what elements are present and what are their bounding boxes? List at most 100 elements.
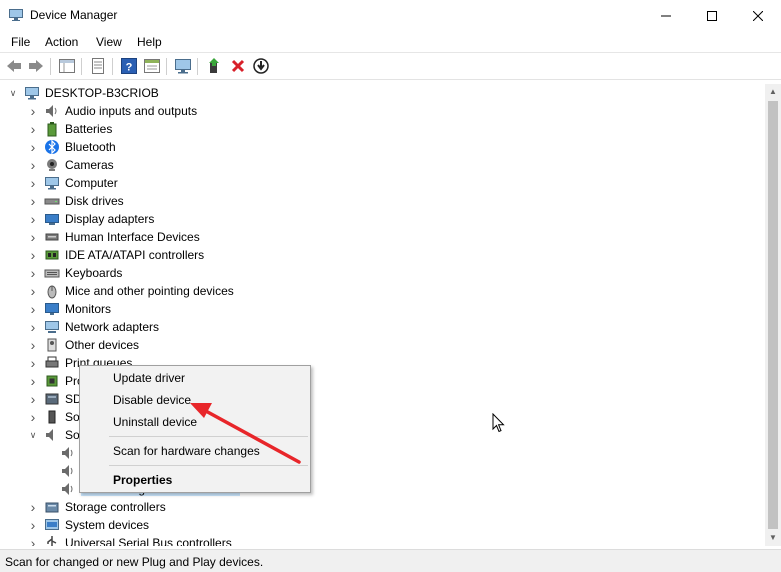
monitor-button[interactable] <box>174 57 192 75</box>
forward-icon <box>29 60 43 72</box>
properties-button[interactable] <box>89 57 107 75</box>
tree-item[interactable]: › Cameras <box>0 156 760 174</box>
menu-file[interactable]: File <box>11 34 30 50</box>
tree-item[interactable]: › Mice and other pointing devices <box>0 282 760 300</box>
menu-separator <box>109 465 308 466</box>
printer-icon <box>45 356 59 368</box>
tree-item[interactable]: › Bluetooth <box>0 138 760 156</box>
expand-chevron-icon[interactable]: › <box>28 374 38 388</box>
help-button[interactable]: ? <box>120 57 138 75</box>
scroll-up-button[interactable]: ▲ <box>765 84 781 100</box>
status-text: Scan for changed or new Plug and Play de… <box>5 555 264 569</box>
camera-icon <box>47 159 57 171</box>
menu-bar: File Action View Help <box>0 31 781 53</box>
mouse-icon <box>47 285 57 299</box>
expand-chevron-icon[interactable]: › <box>28 284 38 298</box>
speaker-icon <box>62 447 73 459</box>
speaker-icon <box>46 105 57 117</box>
tree-item[interactable]: › Network adapters <box>0 318 760 336</box>
toolbar-separator <box>81 58 82 75</box>
maximize-button[interactable] <box>689 0 735 31</box>
display-icon <box>45 214 59 225</box>
storage-icon <box>45 502 59 513</box>
menu-help[interactable]: Help <box>137 34 162 50</box>
tree-item[interactable]: › Audio inputs and outputs <box>0 102 760 120</box>
tree-item-label: Display adapters <box>65 212 155 226</box>
context-menu: Update driver Disable device Uninstall d… <box>79 365 311 493</box>
tree-item[interactable]: › Computer <box>0 174 760 192</box>
computer-icon <box>45 177 59 190</box>
menu-item-properties[interactable]: Properties <box>113 473 172 487</box>
update-driver-button[interactable] <box>205 57 223 75</box>
expand-chevron-icon[interactable]: › <box>28 320 38 334</box>
expand-chevron-icon[interactable]: › <box>28 176 38 190</box>
forward-button[interactable] <box>27 57 45 75</box>
svg-text:?: ? <box>126 62 133 74</box>
expand-chevron-icon[interactable]: › <box>28 536 38 546</box>
menu-item-disable-device[interactable]: Disable device <box>113 393 191 407</box>
usb-icon <box>47 536 57 546</box>
menu-item-scan-hardware[interactable]: Scan for hardware changes <box>113 444 260 458</box>
tree-item-label: Mice and other pointing devices <box>65 284 234 298</box>
expand-chevron-icon[interactable]: › <box>28 230 38 244</box>
expand-chevron-icon[interactable]: › <box>28 356 38 370</box>
tree-root[interactable]: ∨ DESKTOP-B3CRIOB <box>0 84 760 102</box>
menu-view[interactable]: View <box>96 34 122 50</box>
back-button[interactable] <box>5 57 23 75</box>
menu-action[interactable]: Action <box>45 34 78 50</box>
tree-item-label: Other devices <box>65 338 140 352</box>
expand-chevron-icon[interactable]: › <box>28 194 38 208</box>
tree-item[interactable]: › Keyboards <box>0 264 760 282</box>
expand-chevron-icon[interactable]: › <box>28 302 38 316</box>
close-icon <box>753 10 763 21</box>
expand-chevron-icon[interactable]: › <box>28 158 38 172</box>
bluetooth-icon <box>45 139 59 155</box>
uninstall-button[interactable] <box>229 57 247 75</box>
tree-item-label: Keyboards <box>65 266 123 280</box>
toolbar-separator <box>197 58 198 75</box>
menu-item-update-driver[interactable]: Update driver <box>113 371 185 385</box>
tree-item[interactable]: › IDE ATA/ATAPI controllers <box>0 246 760 264</box>
download-button[interactable] <box>252 57 270 75</box>
vertical-scrollbar[interactable]: ▲ ▼ <box>765 84 781 546</box>
window-title: Device Manager <box>30 8 118 22</box>
expand-chevron-icon[interactable]: › <box>28 266 38 280</box>
tree-item[interactable]: › Disk drives <box>0 192 760 210</box>
expand-chevron-icon[interactable]: › <box>28 410 38 424</box>
expand-chevron-icon[interactable]: › <box>28 212 38 226</box>
tree-item-label: Computer <box>65 176 118 190</box>
tree-item-label: Universal Serial Bus controllers <box>65 536 232 546</box>
download-icon <box>253 58 269 74</box>
tree-item[interactable]: › Universal Serial Bus controllers <box>0 534 760 546</box>
expand-chevron-icon[interactable]: › <box>28 248 38 262</box>
expand-chevron-icon[interactable]: › <box>28 392 38 406</box>
expand-chevron-icon[interactable]: › <box>28 140 38 154</box>
collapse-chevron-icon[interactable]: ∨ <box>8 87 18 99</box>
scroll-thumb[interactable] <box>768 101 778 529</box>
scroll-down-button[interactable]: ▼ <box>765 530 781 546</box>
collapse-chevron-icon[interactable]: ∨ <box>28 429 38 441</box>
expand-chevron-icon[interactable]: › <box>28 518 38 532</box>
tree-item[interactable]: › Other devices <box>0 336 760 354</box>
title-bar: Device Manager <box>0 0 781 31</box>
system-icon <box>45 519 59 530</box>
expand-chevron-icon[interactable]: › <box>28 500 38 514</box>
menu-item-uninstall-device[interactable]: Uninstall device <box>113 415 197 429</box>
minimize-icon <box>661 15 671 16</box>
expand-chevron-icon[interactable]: › <box>28 338 38 352</box>
tree-item[interactable]: › Storage controllers <box>0 498 760 516</box>
minimize-button[interactable] <box>643 0 689 31</box>
tree-item[interactable]: › System devices <box>0 516 760 534</box>
tree-item[interactable]: › Batteries <box>0 120 760 138</box>
tree-item[interactable]: › Human Interface Devices <box>0 228 760 246</box>
tree-item[interactable]: › Display adapters <box>0 210 760 228</box>
tree-item[interactable]: › Monitors <box>0 300 760 318</box>
tree-item-label: So <box>65 410 80 424</box>
close-button[interactable] <box>735 0 781 31</box>
view-hidden-button[interactable] <box>143 57 161 75</box>
show-hide-tree-button[interactable] <box>58 57 76 75</box>
tree-item-label: Bluetooth <box>65 140 116 154</box>
expand-chevron-icon[interactable]: › <box>28 122 38 136</box>
expand-chevron-icon[interactable]: › <box>28 104 38 118</box>
monitor-icon <box>175 59 191 74</box>
